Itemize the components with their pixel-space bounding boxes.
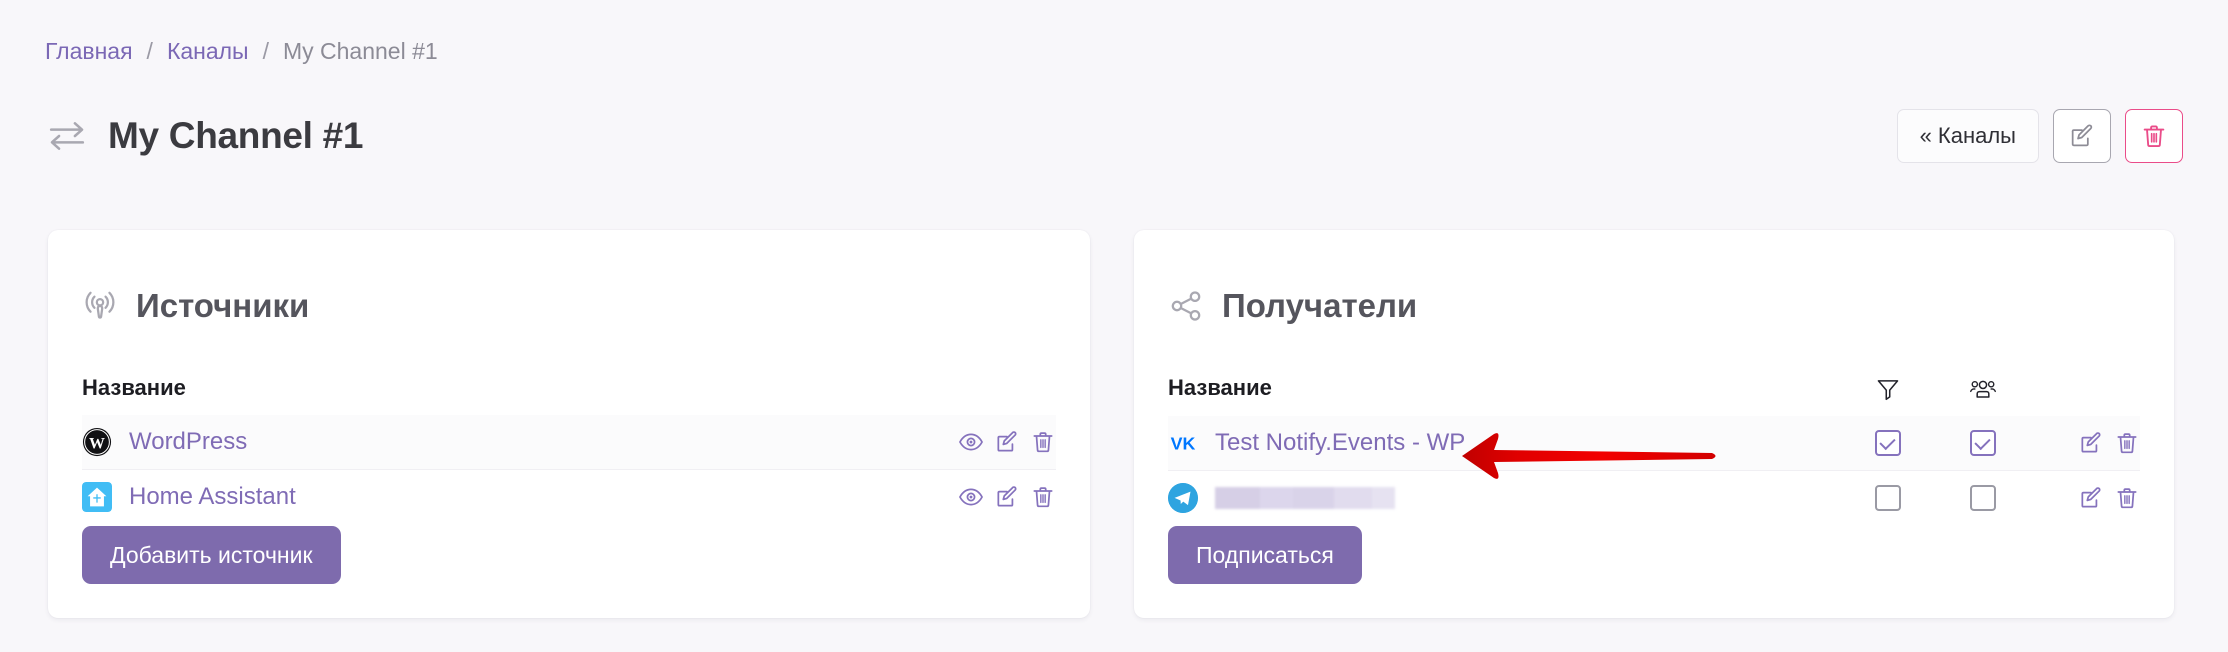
breadcrumb-item-channels[interactable]: Каналы <box>167 38 249 65</box>
recipient-name-cell <box>1168 483 1840 513</box>
breadcrumb-separator: / <box>147 38 153 65</box>
column-header-filter <box>1840 375 1935 416</box>
trash-icon[interactable] <box>1030 484 1056 510</box>
table-row[interactable]: W WordPress <box>82 415 1056 470</box>
recipient-filter-checkbox[interactable] <box>1875 430 1901 456</box>
table-row[interactable] <box>1168 470 2140 525</box>
trash-icon <box>2140 122 2168 150</box>
breadcrumb-item-home[interactable]: Главная <box>45 38 133 65</box>
recipients-card-header: Получатели <box>1134 230 2174 353</box>
share-nodes-icon <box>1168 288 1204 324</box>
sources-table: Название W WordPress <box>82 375 1056 524</box>
pencil-square-icon[interactable] <box>994 429 1020 455</box>
page-header-actions: « Каналы <box>1897 109 2183 163</box>
recipients-card: Получатели Название <box>1134 230 2174 618</box>
source-link-wordpress[interactable]: WordPress <box>129 428 247 456</box>
trash-icon[interactable] <box>2114 430 2140 456</box>
pencil-square-icon <box>2068 122 2096 150</box>
breadcrumb: Главная / Каналы / My Channel #1 <box>45 38 438 65</box>
eye-icon[interactable] <box>958 429 984 455</box>
pencil-square-icon[interactable] <box>2078 485 2104 511</box>
recipients-card-title: Получатели <box>1222 287 1417 325</box>
recipients-table: Название <box>1168 375 2140 525</box>
trash-icon[interactable] <box>2114 485 2140 511</box>
table-row[interactable]: Home Assistant <box>82 469 1056 524</box>
subscribe-button[interactable]: Подписаться <box>1168 526 1362 584</box>
recipient-row-actions <box>2030 430 2140 456</box>
back-to-channels-button[interactable]: « Каналы <box>1897 109 2039 163</box>
source-name-cell: Home Assistant <box>82 482 906 512</box>
svg-text:VK: VK <box>1171 434 1196 454</box>
sources-card-header: Источники <box>48 230 1090 353</box>
column-header-name: Название <box>1168 375 1840 416</box>
recipient-group-checkbox[interactable] <box>1970 430 1996 456</box>
breadcrumb-separator: / <box>263 38 269 65</box>
telegram-icon <box>1168 483 1198 513</box>
column-header-group <box>1935 375 2030 416</box>
table-header-row: Название <box>1168 375 2140 416</box>
home-assistant-icon <box>82 482 112 512</box>
source-row-actions <box>906 429 1056 455</box>
broadcast-icon <box>82 288 118 324</box>
table-row[interactable]: VK Test Notify.Events - WP <box>1168 416 2140 471</box>
column-header-actions <box>906 375 1056 415</box>
delete-channel-button[interactable] <box>2125 109 2183 163</box>
column-header-actions <box>2030 375 2140 416</box>
breadcrumb-item-current: My Channel #1 <box>283 38 438 65</box>
recipient-name-redacted <box>1215 487 1395 509</box>
pencil-square-icon[interactable] <box>2078 430 2104 456</box>
add-source-button[interactable]: Добавить источник <box>82 526 341 584</box>
source-row-actions <box>906 484 1056 510</box>
recipient-group-checkbox[interactable] <box>1970 485 1996 511</box>
svg-text:W: W <box>89 435 105 452</box>
exchange-arrows-icon <box>48 120 86 152</box>
edit-channel-button[interactable] <box>2053 109 2111 163</box>
column-header-name: Название <box>82 375 906 415</box>
recipient-name-cell: VK Test Notify.Events - WP <box>1168 428 1840 458</box>
wordpress-icon: W <box>82 427 112 457</box>
trash-icon[interactable] <box>1030 429 1056 455</box>
recipient-link-vk[interactable]: Test Notify.Events - WP <box>1215 429 1465 457</box>
recipient-filter-checkbox[interactable] <box>1875 485 1901 511</box>
table-header-row: Название <box>82 375 1056 415</box>
eye-icon[interactable] <box>958 484 984 510</box>
filter-icon[interactable] <box>1875 376 1901 402</box>
pencil-square-icon[interactable] <box>994 484 1020 510</box>
sources-card-title: Источники <box>136 287 309 325</box>
source-name-cell: W WordPress <box>82 427 906 457</box>
page-header-left: My Channel #1 <box>48 90 363 182</box>
recipient-row-actions <box>2030 485 2140 511</box>
page-title: My Channel #1 <box>108 115 363 157</box>
vk-icon: VK <box>1168 428 1198 458</box>
source-link-home-assistant[interactable]: Home Assistant <box>129 483 296 511</box>
page-header: My Channel #1 « Каналы <box>48 108 2183 164</box>
people-group-icon[interactable] <box>1969 376 1997 402</box>
sources-card: Источники Название W WordPress <box>48 230 1090 618</box>
